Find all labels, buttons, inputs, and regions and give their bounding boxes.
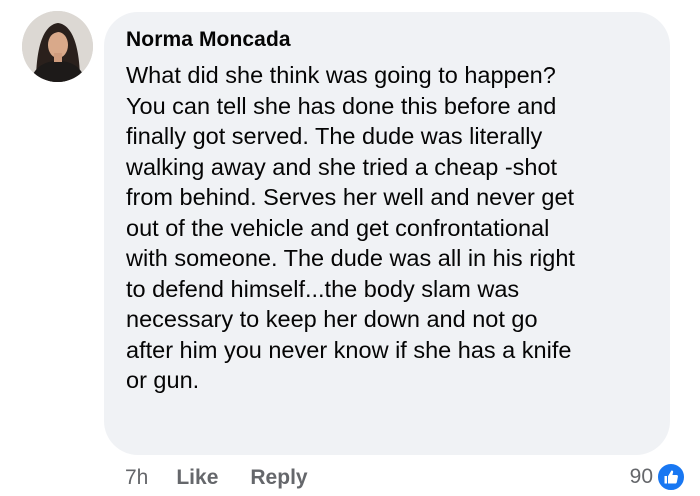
avatar[interactable] <box>22 11 93 82</box>
comment-text: What did she think was going to happen? … <box>126 60 656 396</box>
comment-line: finally got served. The dude was literal… <box>126 123 543 149</box>
comment-line: from behind. Serves her well and never g… <box>126 184 575 210</box>
like-button[interactable]: Like <box>176 466 218 490</box>
comment-line: with someone. The dude was all in his ri… <box>126 245 575 271</box>
comment-line: to defend himself...the body slam was <box>126 275 520 302</box>
comment-actions: 7h Like Reply <box>125 466 308 490</box>
reactions-summary[interactable]: 90 <box>630 462 686 492</box>
comment-card: Norma Moncada What did she think was goi… <box>0 0 700 496</box>
author-name[interactable]: Norma Moncada <box>126 28 291 52</box>
comment-line: after him you never know if she has a kn… <box>126 336 572 363</box>
comment-bubble: Norma Moncada What did she think was goi… <box>104 12 670 455</box>
comment-line: out of the vehicle and get confrontation… <box>126 214 550 241</box>
comment-line: What did she think was going to happen? <box>126 62 556 88</box>
like-reaction-badge <box>656 462 686 492</box>
thumbs-up-icon <box>664 470 678 484</box>
avatar-photo <box>22 11 93 82</box>
comment-line: necessary to keep her down and not go <box>126 306 538 332</box>
reaction-count: 90 <box>629 465 653 488</box>
comment-line: walking away and she tried a cheap -shot <box>126 153 558 180</box>
comment-line: or gun. <box>126 367 200 393</box>
reply-button[interactable]: Reply <box>250 466 307 490</box>
timestamp[interactable]: 7h <box>125 466 148 490</box>
comment-line: You can tell she has done this before an… <box>126 92 557 119</box>
